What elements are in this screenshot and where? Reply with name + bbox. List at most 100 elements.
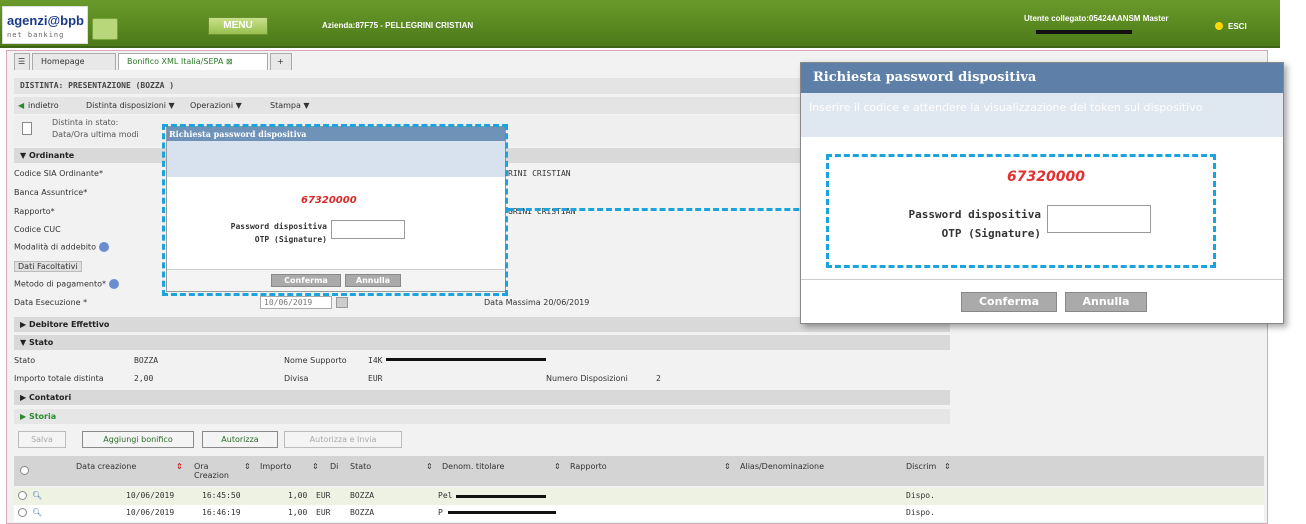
expand-icon: ▶ <box>20 412 29 421</box>
col-data-creazione[interactable]: Data creazione <box>76 462 136 471</box>
sort-icon[interactable]: ⇕ <box>312 462 319 471</box>
cell-ora: 16:46:19 <box>202 508 241 517</box>
cell-stato: BOZZA <box>350 491 375 500</box>
back-arrow-icon[interactable]: ◀ <box>18 97 24 114</box>
redaction-bar <box>1036 30 1132 34</box>
label-metodo-text: Metodo di pagamento* <box>14 279 106 289</box>
divisa-value: EUR <box>368 374 383 383</box>
importo-value: 2,00 <box>134 374 154 383</box>
section-stato[interactable]: ▼ Stato <box>14 335 950 350</box>
collapse-icon: ▼ <box>20 151 29 160</box>
sort-icon[interactable]: ⇕ <box>244 462 251 471</box>
calendar-icon[interactable] <box>336 297 348 308</box>
dialog-subtitle: Inserire il codice e attendere la visual… <box>801 93 1283 137</box>
select-all-radio[interactable] <box>20 466 29 475</box>
dati-facoltativi-toggle[interactable]: Dati Facoltativi <box>14 261 82 272</box>
help-icon[interactable] <box>109 279 119 289</box>
col-discrim[interactable]: Discrim <box>906 462 936 471</box>
stato-line1: Distinta in stato: <box>52 118 119 127</box>
aggiungi-bonifico-button[interactable]: Aggiungi bonifico <box>82 431 194 448</box>
tab-list-icon[interactable]: ☰ <box>14 53 30 70</box>
cell-importo: 1,00 <box>288 491 308 500</box>
section-contatori[interactable]: ▶ Contatori <box>14 390 950 405</box>
redaction-bar <box>456 495 546 498</box>
section-debitore-label: Debitore Effettivo <box>28 320 110 329</box>
tab-add[interactable]: + <box>270 53 292 70</box>
help-icon[interactable] <box>98 242 109 252</box>
sort-icon[interactable]: ⇕ <box>724 462 731 471</box>
supporto-label: Nome Supporto <box>284 356 347 365</box>
sort-icon[interactable]: ⇕ <box>176 462 183 471</box>
stato-line2: Data/Ora ultima modi <box>52 130 139 139</box>
ordinante-name-value: RINI CRISTIAN <box>508 169 571 178</box>
col-denom[interactable]: Denom. titolare <box>442 462 504 471</box>
col-importo[interactable]: Importo <box>260 462 291 471</box>
autorizza-invia-button[interactable]: Autorizza e Invia <box>284 431 402 448</box>
salva-button[interactable]: Salva <box>18 431 66 448</box>
table-row[interactable]: 🔍︎ 10/06/2019 16:46:19 1,00 EUR BOZZA P … <box>14 505 1264 522</box>
sort-icon[interactable]: ⇕ <box>426 462 433 471</box>
label-data-esecuzione: Data Esecuzione * <box>14 298 88 307</box>
stato-label: Stato <box>14 356 36 365</box>
exit-icon[interactable] <box>1215 22 1223 30</box>
label-modalita: Modalità di addebito <box>14 242 109 252</box>
menu-operazioni[interactable]: Operazioni ▼ <box>190 97 242 114</box>
importo-label: Importo totale distinta <box>14 374 104 383</box>
expand-icon: ▶ <box>20 320 29 329</box>
cell-discrim: Dispo. <box>906 491 935 500</box>
cell-denom: Pel <box>438 491 453 500</box>
magnifier-icon[interactable]: 🔍︎ <box>32 491 42 500</box>
magnifier-icon[interactable]: 🔍︎ <box>32 508 42 517</box>
autorizza-button[interactable]: Autorizza <box>202 431 278 448</box>
stato-value: BOZZA <box>134 356 159 365</box>
cell-importo: 1,00 <box>288 508 308 517</box>
grid-header: Data creazione ⇕ Ora Creazion ⇕ Importo … <box>14 456 1264 486</box>
menu-stampa[interactable]: Stampa ▼ <box>270 97 310 114</box>
cell-divisa: EUR <box>316 491 331 500</box>
dati-facoltativi-label: Dati Facoltativi <box>18 262 78 271</box>
section-storia[interactable]: ▶ Storia <box>14 409 950 424</box>
dialog-title: Richiesta password dispositiva <box>801 63 1283 93</box>
esci-button[interactable]: ESCI <box>1228 22 1247 31</box>
redaction-bar <box>386 358 546 361</box>
row-radio[interactable] <box>18 491 27 500</box>
utente-label: Utente collegato:05424AANSM Master <box>1024 14 1169 23</box>
annulla-button[interactable]: Annulla <box>1065 292 1147 312</box>
col-stato[interactable]: Stato <box>350 462 371 471</box>
tab-homepage[interactable]: Homepage <box>32 53 116 70</box>
supporto-value: I4K <box>368 356 383 365</box>
dialog-footer: Conferma Annulla <box>801 279 1283 323</box>
back-link[interactable]: indietro <box>28 97 59 114</box>
highlight-box <box>826 154 1216 268</box>
col-divisa[interactable]: Di <box>330 462 338 471</box>
highlight-box <box>162 124 508 296</box>
label-modalita-text: Modalità di addebito <box>14 242 96 252</box>
cell-ora: 16:45:50 <box>202 491 241 500</box>
menu-button[interactable]: MENU <box>208 17 268 35</box>
col-alias[interactable]: Alias/Denominazione <box>740 462 824 471</box>
logo[interactable]: agenzi@bpb net banking <box>2 6 88 44</box>
azienda-label: Azienda:87F75 - PELLEGRINI CRISTIAN <box>322 21 474 30</box>
label-cuc: Codice CUC <box>14 225 61 234</box>
tab-bonifico[interactable]: Bonifico XML Italia/SEPA ⊠ <box>118 53 268 70</box>
cell-stato: BOZZA <box>350 508 375 517</box>
col-ora[interactable]: Ora Creazion <box>194 462 234 480</box>
data-esecuzione-input[interactable]: 10/06/2019 <box>260 296 332 309</box>
home-icon[interactable] <box>92 18 118 40</box>
cell-data: 10/06/2019 <box>126 508 175 517</box>
section-contatori-label: Contatori <box>28 393 72 402</box>
logo-subtext: net banking <box>7 31 65 39</box>
divisa-label: Divisa <box>284 374 309 383</box>
sort-icon[interactable]: ⇕ <box>554 462 561 471</box>
conferma-button[interactable]: Conferma <box>961 292 1057 312</box>
data-massima: Data Massima 20/06/2019 <box>484 298 590 307</box>
label-banca: Banca Assuntrice* <box>14 188 88 197</box>
row-radio[interactable] <box>18 508 27 517</box>
collapse-icon: ▼ <box>20 338 29 347</box>
logo-text: agenzi@bpb <box>7 13 84 28</box>
table-row[interactable]: 🔍︎ 10/06/2019 16:45:50 1,00 EUR BOZZA Pe… <box>14 488 1264 505</box>
label-rapporto: Rapporto* <box>14 207 55 216</box>
sort-icon[interactable]: ⇕ <box>944 462 951 471</box>
menu-distinta[interactable]: Distinta disposizioni ▼ <box>86 97 175 114</box>
col-rapporto[interactable]: Rapporto <box>570 462 607 471</box>
